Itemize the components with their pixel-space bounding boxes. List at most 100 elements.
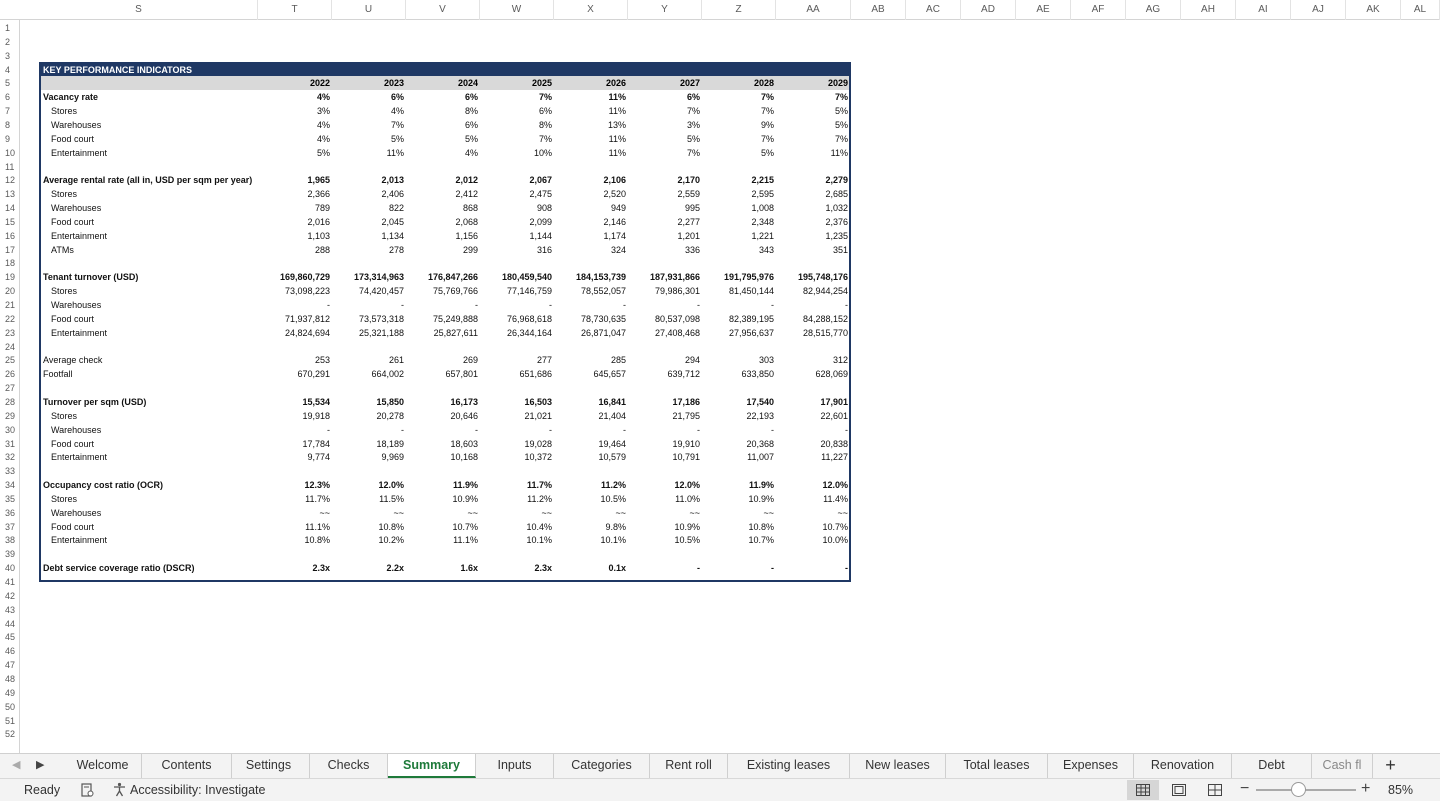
kpi-value-cell[interactable]: 10,372 [524, 450, 552, 464]
kpi-value-cell[interactable]: 2,146 [603, 215, 626, 229]
kpi-value-cell[interactable]: 2,045 [381, 215, 404, 229]
kpi-value-cell[interactable]: 2,099 [529, 215, 552, 229]
kpi-value-cell[interactable]: 11% [831, 146, 848, 160]
kpi-value-cell[interactable]: 10.0% [822, 533, 848, 547]
kpi-value-cell[interactable]: 18,603 [450, 437, 478, 451]
kpi-row-label[interactable]: Food court [51, 437, 94, 451]
sheet-tab[interactable]: Categories [554, 754, 650, 778]
year-header[interactable]: 2024 [458, 76, 478, 90]
kpi-value-cell[interactable]: 21,404 [598, 409, 626, 423]
kpi-value-cell[interactable]: 253 [315, 353, 330, 367]
kpi-value-cell[interactable]: 17,186 [672, 395, 700, 409]
kpi-value-cell[interactable]: 645,657 [593, 367, 626, 381]
zoom-slider[interactable] [1256, 789, 1356, 791]
kpi-value-cell[interactable]: 7% [835, 90, 848, 104]
kpi-value-cell[interactable]: 1,221 [751, 229, 774, 243]
kpi-value-cell[interactable]: 6% [465, 90, 478, 104]
kpi-value-cell[interactable]: 17,540 [746, 395, 774, 409]
kpi-value-cell[interactable]: 2,277 [677, 215, 700, 229]
row-header[interactable]: 37 [0, 520, 20, 534]
kpi-value-cell[interactable]: 19,464 [598, 437, 626, 451]
kpi-value-cell[interactable]: - [771, 423, 774, 437]
kpi-value-cell[interactable]: 75,249,888 [433, 312, 478, 326]
kpi-value-cell[interactable]: 191,795,976 [724, 270, 774, 284]
row-header[interactable]: 3 [0, 49, 20, 63]
kpi-value-cell[interactable]: 294 [685, 353, 700, 367]
row-header[interactable]: 25 [0, 353, 20, 367]
kpi-value-cell[interactable]: 9.8% [605, 520, 626, 534]
kpi-value-cell[interactable]: 639,712 [667, 367, 700, 381]
row-header[interactable]: 5 [0, 76, 20, 90]
page-layout-button[interactable] [1163, 780, 1195, 800]
kpi-value-cell[interactable]: 10.9% [452, 492, 478, 506]
row-header[interactable]: 6 [0, 90, 20, 104]
year-header[interactable]: 2028 [754, 76, 774, 90]
kpi-value-cell[interactable]: 25,321,188 [359, 326, 404, 340]
kpi-value-cell[interactable]: 10,791 [672, 450, 700, 464]
column-header[interactable]: AA [776, 0, 851, 20]
kpi-value-cell[interactable]: 1,201 [677, 229, 700, 243]
kpi-value-cell[interactable]: 1,174 [603, 229, 626, 243]
kpi-value-cell[interactable]: 11.9% [453, 478, 478, 492]
kpi-value-cell[interactable]: 2,013 [381, 173, 404, 187]
kpi-value-cell[interactable]: 2,520 [603, 187, 626, 201]
row-header[interactable]: 16 [0, 229, 20, 243]
accessibility-status[interactable]: Accessibility: Investigate [130, 783, 265, 797]
kpi-value-cell[interactable]: 82,944,254 [803, 284, 848, 298]
sheet-tab[interactable]: Debt [1232, 754, 1312, 778]
kpi-value-cell[interactable]: 16,503 [524, 395, 552, 409]
kpi-value-cell[interactable]: - [623, 423, 626, 437]
column-header[interactable]: V [406, 0, 480, 20]
kpi-row-label[interactable]: Stores [51, 104, 77, 118]
kpi-row-label[interactable]: Warehouses [51, 423, 101, 437]
kpi-value-cell[interactable]: 20,368 [746, 437, 774, 451]
row-header[interactable]: 22 [0, 312, 20, 326]
row-header[interactable]: 15 [0, 215, 20, 229]
kpi-value-cell[interactable]: 316 [537, 243, 552, 257]
sheet-tab[interactable]: Cash fl [1312, 754, 1372, 778]
column-header[interactable]: AL [1401, 0, 1440, 20]
kpi-value-cell[interactable]: 2,348 [751, 215, 774, 229]
kpi-value-cell[interactable]: ~~ [319, 506, 330, 520]
kpi-value-cell[interactable]: 10.8% [304, 533, 330, 547]
kpi-value-cell[interactable]: 73,573,318 [359, 312, 404, 326]
kpi-value-cell[interactable]: 1,965 [307, 173, 330, 187]
kpi-value-cell[interactable]: 18,189 [376, 437, 404, 451]
kpi-value-cell[interactable]: 9,774 [307, 450, 330, 464]
kpi-value-cell[interactable]: 71,937,812 [285, 312, 330, 326]
kpi-value-cell[interactable]: 16,173 [450, 395, 478, 409]
kpi-value-cell[interactable]: 2,475 [529, 187, 552, 201]
kpi-value-cell[interactable]: 7% [687, 104, 700, 118]
sheet-tab[interactable]: Contents [142, 754, 232, 778]
kpi-value-cell[interactable]: 2,067 [529, 173, 552, 187]
kpi-value-cell[interactable]: 2,412 [455, 187, 478, 201]
sheet-tab[interactable]: Welcome [64, 754, 142, 778]
row-header[interactable]: 20 [0, 284, 20, 298]
kpi-value-cell[interactable]: 2,279 [825, 173, 848, 187]
kpi-value-cell[interactable]: 27,408,468 [655, 326, 700, 340]
kpi-value-cell[interactable]: 4% [317, 118, 330, 132]
kpi-value-cell[interactable]: 11.4% [823, 492, 848, 506]
row-header[interactable]: 41 [0, 575, 20, 589]
kpi-value-cell[interactable]: 180,459,540 [502, 270, 552, 284]
kpi-value-cell[interactable]: - [697, 298, 700, 312]
row-header[interactable]: 26 [0, 367, 20, 381]
kpi-value-cell[interactable]: 1,156 [455, 229, 478, 243]
kpi-value-cell[interactable]: 24,824,694 [285, 326, 330, 340]
kpi-value-cell[interactable]: 2,170 [677, 173, 700, 187]
row-header[interactable]: 49 [0, 686, 20, 700]
accessibility-icon[interactable] [112, 782, 127, 797]
kpi-value-cell[interactable]: 27,956,637 [729, 326, 774, 340]
kpi-value-cell[interactable]: 17,784 [302, 437, 330, 451]
kpi-row-label[interactable]: Food court [51, 312, 94, 326]
kpi-value-cell[interactable]: 11.2% [527, 492, 552, 506]
row-header[interactable]: 4 [0, 63, 20, 77]
kpi-row-label[interactable]: Tenant turnover (USD) [43, 270, 138, 284]
column-header[interactable]: T [258, 0, 332, 20]
kpi-row-label[interactable]: Warehouses [51, 298, 101, 312]
year-header[interactable]: 2022 [310, 76, 330, 90]
kpi-value-cell[interactable]: 664,002 [371, 367, 404, 381]
kpi-row-label[interactable]: Warehouses [51, 118, 101, 132]
kpi-row-label[interactable]: Stores [51, 284, 77, 298]
column-header[interactable]: AK [1346, 0, 1401, 20]
